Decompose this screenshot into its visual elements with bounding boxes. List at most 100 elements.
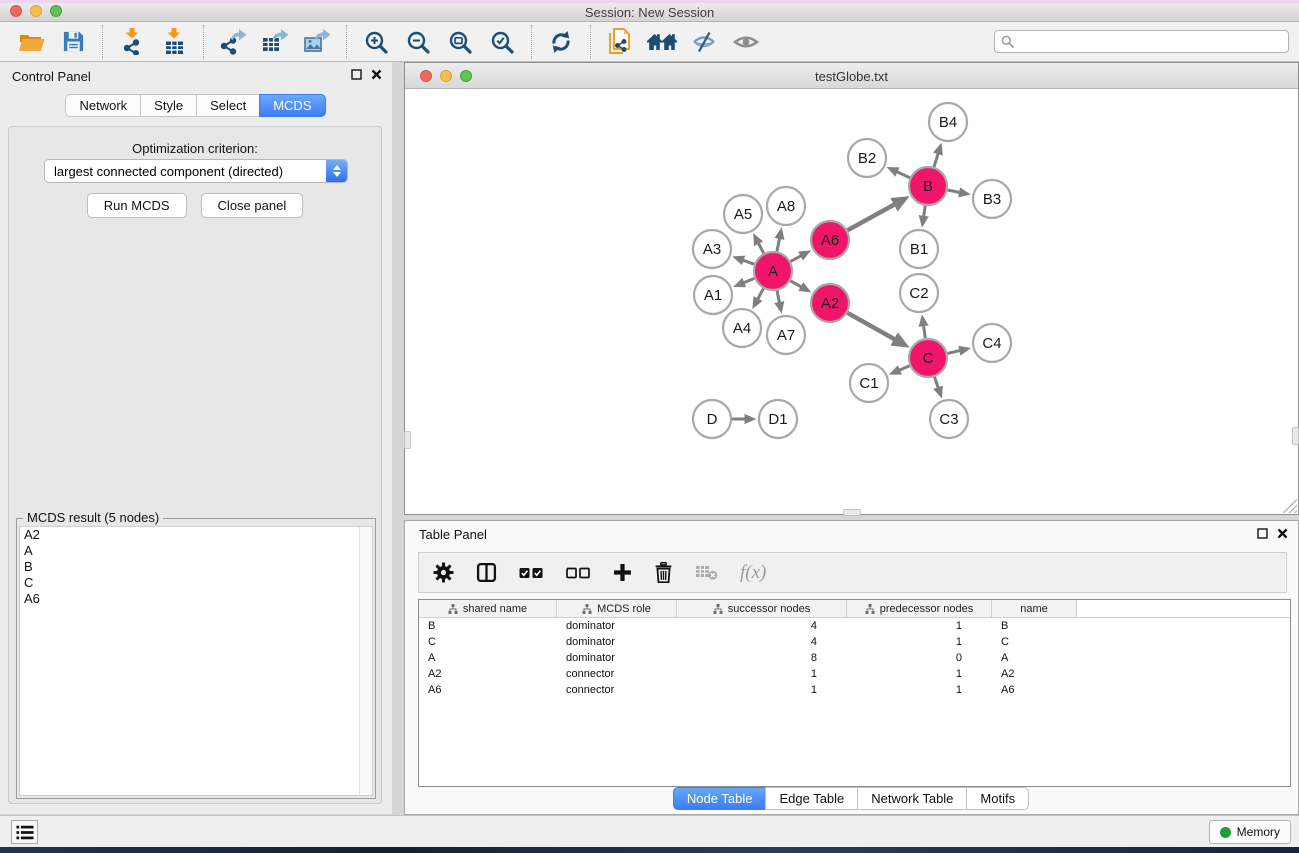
table-cell[interactable]: 4 xyxy=(677,634,847,650)
table-cell[interactable]: connector xyxy=(557,666,677,682)
graph-edge-B-B4[interactable] xyxy=(934,148,940,167)
graph-edge-B-B1[interactable] xyxy=(923,206,925,223)
export-network-button[interactable] xyxy=(216,26,250,58)
table-cell[interactable]: 1 xyxy=(847,618,992,634)
table-cell[interactable]: 1 xyxy=(847,634,992,650)
network-canvas[interactable]: AA1A2A3A4A5A6A7A8BB1B2B3B4CC1C2C3C4DD1 xyxy=(406,90,1299,520)
graph-edge-A-A8[interactable] xyxy=(777,233,781,252)
network-window-titlebar[interactable]: testGlobe.txt xyxy=(405,63,1298,89)
tab-mcds[interactable]: MCDS xyxy=(259,94,325,117)
result-list-scrollbar[interactable] xyxy=(359,527,372,795)
graph-edge-B-B3[interactable] xyxy=(948,190,966,194)
open-session-button[interactable] xyxy=(14,26,48,58)
graph-node-B[interactable]: B xyxy=(909,167,947,205)
column-header-name[interactable]: name xyxy=(992,600,1077,617)
function-builder-icon[interactable]: f(x) xyxy=(740,562,766,584)
result-list-item[interactable]: A xyxy=(20,543,372,559)
splitter-grip[interactable] xyxy=(1292,427,1299,445)
mcds-result-list[interactable]: A2ABCA6 xyxy=(19,526,373,796)
graph-node-A2[interactable]: A2 xyxy=(811,284,849,322)
graph-node-B3[interactable]: B3 xyxy=(973,180,1011,218)
deselect-all-columns-icon[interactable] xyxy=(566,566,591,580)
tab-node-table[interactable]: Node Table xyxy=(673,787,767,810)
table-cell[interactable]: C xyxy=(419,634,557,650)
close-panel-icon[interactable] xyxy=(371,69,382,80)
table-cell[interactable]: 4 xyxy=(677,618,847,634)
table-row[interactable]: Adominator80A xyxy=(419,650,1290,666)
graph-edge-A-A5[interactable] xyxy=(756,238,764,253)
delete-table-icon[interactable] xyxy=(695,564,718,581)
float-panel-icon[interactable] xyxy=(1257,528,1268,539)
table-cell[interactable]: 1 xyxy=(677,682,847,698)
task-history-button[interactable] xyxy=(11,820,38,844)
table-cell[interactable]: 1 xyxy=(847,682,992,698)
table-cell[interactable]: B xyxy=(992,618,1077,634)
save-session-button[interactable] xyxy=(56,26,90,58)
column-header-shared-name[interactable]: shared name xyxy=(419,600,557,617)
add-column-icon[interactable] xyxy=(613,563,632,582)
import-network-button[interactable] xyxy=(115,26,149,58)
zoom-selected-button[interactable] xyxy=(485,26,519,58)
graph-edge-A2-C[interactable] xyxy=(847,313,902,344)
result-list-item[interactable]: A2 xyxy=(20,527,372,543)
table-row[interactable]: Bdominator41B xyxy=(419,618,1290,634)
node-table[interactable]: shared nameMCDS rolesuccessor nodesprede… xyxy=(418,599,1291,787)
zoom-out-button[interactable] xyxy=(401,26,435,58)
result-list-item[interactable]: A6 xyxy=(20,591,372,607)
graph-edge-A-A4[interactable] xyxy=(755,289,764,305)
graph-node-A[interactable]: A xyxy=(754,252,792,290)
graph-edge-C-C1[interactable] xyxy=(894,366,910,373)
column-header-successor-nodes[interactable]: successor nodes xyxy=(677,600,847,617)
float-panel-icon[interactable] xyxy=(351,69,362,80)
graph-edge-B-B2[interactable] xyxy=(892,169,910,177)
refresh-button[interactable] xyxy=(544,26,578,58)
table-cell[interactable]: C xyxy=(992,634,1077,650)
import-table-button[interactable] xyxy=(157,26,191,58)
table-cell[interactable]: 1 xyxy=(847,666,992,682)
settings-gear-icon[interactable] xyxy=(433,562,454,583)
tab-motifs[interactable]: Motifs xyxy=(966,787,1029,810)
hide-panel-button[interactable] xyxy=(687,26,721,58)
search-input[interactable] xyxy=(1018,35,1282,49)
table-cell[interactable]: A6 xyxy=(419,682,557,698)
zoom-fit-button[interactable] xyxy=(443,26,477,58)
close-panel-icon[interactable] xyxy=(1277,528,1288,539)
close-panel-button[interactable]: Close panel xyxy=(201,193,304,218)
memory-button[interactable]: Memory xyxy=(1209,820,1291,844)
graph-edge-C-C4[interactable] xyxy=(948,349,966,353)
graph-node-A8[interactable]: A8 xyxy=(767,187,805,225)
table-cell[interactable]: dominator xyxy=(557,618,677,634)
graph-edge-A-A3[interactable] xyxy=(737,258,754,264)
graph-node-A4[interactable]: A4 xyxy=(723,309,761,347)
home-button[interactable] xyxy=(645,26,679,58)
graph-edge-C-C3[interactable] xyxy=(935,377,941,394)
show-panel-button[interactable] xyxy=(729,26,763,58)
graph-edge-A-A6[interactable] xyxy=(791,253,807,262)
run-mcds-button[interactable]: Run MCDS xyxy=(87,193,187,218)
graph-node-A6[interactable]: A6 xyxy=(811,221,849,259)
export-image-button[interactable] xyxy=(300,26,334,58)
graph-node-A3[interactable]: A3 xyxy=(693,230,731,268)
graph-edge-A6-B[interactable] xyxy=(848,200,903,230)
graph-node-B2[interactable]: B2 xyxy=(848,139,886,177)
tab-network-table[interactable]: Network Table xyxy=(857,787,967,810)
splitter-grip[interactable] xyxy=(404,431,411,449)
tab-select[interactable]: Select xyxy=(196,94,260,117)
graph-node-C2[interactable]: C2 xyxy=(900,274,938,312)
split-columns-icon[interactable] xyxy=(476,562,497,583)
graph-node-D[interactable]: D xyxy=(693,400,731,438)
table-cell[interactable]: 0 xyxy=(847,650,992,666)
zoom-in-button[interactable] xyxy=(359,26,393,58)
table-cell[interactable]: B xyxy=(419,618,557,634)
table-cell[interactable]: dominator xyxy=(557,650,677,666)
table-cell[interactable]: A xyxy=(419,650,557,666)
result-list-item[interactable]: C xyxy=(20,575,372,591)
search-field[interactable] xyxy=(994,30,1289,53)
graph-edge-A-A7[interactable] xyxy=(777,291,781,309)
table-row[interactable]: A2connector11A2 xyxy=(419,666,1290,682)
table-cell[interactable]: 1 xyxy=(677,666,847,682)
graph-node-A7[interactable]: A7 xyxy=(767,316,805,354)
graph-node-D1[interactable]: D1 xyxy=(759,400,797,438)
graph-node-B4[interactable]: B4 xyxy=(929,103,967,141)
graph-node-C1[interactable]: C1 xyxy=(850,364,888,402)
